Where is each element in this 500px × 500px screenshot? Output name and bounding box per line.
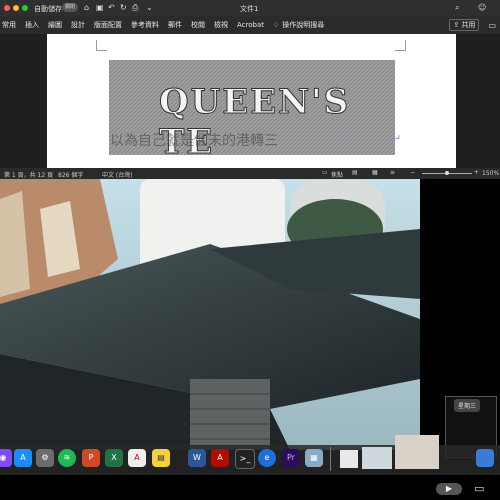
redo-icon[interactable]: ↻ [120, 3, 127, 12]
share-button[interactable]: ⇪ 共用 [449, 19, 480, 31]
comments-icon[interactable]: ▭ [488, 21, 496, 30]
focus-label[interactable]: 焦點 [331, 170, 343, 179]
powerpoint-icon[interactable]: P [82, 449, 100, 467]
autosave-toggle[interactable]: 關閉 [62, 3, 79, 12]
share-label: 共用 [461, 21, 476, 29]
document-thumbnail[interactable] [340, 450, 358, 468]
tab-insert[interactable]: 插入 [25, 20, 39, 30]
zoom-in-icon[interactable]: + [474, 169, 479, 176]
outline-icon[interactable]: ≡ [390, 169, 395, 176]
web-layout-icon[interactable]: ▦ [372, 169, 378, 176]
customize-toolbar-icon[interactable]: ⌄ [146, 3, 153, 12]
margin-mark-right [395, 40, 406, 51]
tab-home[interactable]: 常用 [2, 20, 16, 30]
language-status[interactable]: 中文 (台灣) [102, 170, 133, 179]
system-preferences-icon[interactable]: ⚙ [36, 449, 54, 467]
zoom-window-button[interactable] [22, 5, 28, 11]
print-layout-icon[interactable]: ▤ [352, 169, 358, 176]
ribbon-tabs: 常用 插入 繪圖 設計 版面配置 參考資料 郵件 校閱 檢視 Acrobat ♢… [0, 16, 500, 34]
stickies-icon[interactable]: ▤ [152, 449, 170, 467]
spotify-icon[interactable]: ≋ [58, 449, 76, 467]
tab-review[interactable]: 校閱 [191, 20, 205, 30]
premiere-icon[interactable]: Pr [282, 449, 300, 467]
paragraph-mark: ↵ [339, 132, 349, 145]
tab-references[interactable]: 參考資料 [131, 20, 159, 30]
autosave-label: 自動儲存 [34, 5, 62, 13]
tell-me-search[interactable]: 操作說明搜尋 [282, 20, 324, 30]
document-area: QUEEN'S TE 以為自己就是個未的港轉三 ↵ ↵ [0, 34, 500, 168]
tab-design[interactable]: 設計 [71, 20, 85, 30]
zoom-level[interactable]: 150% [482, 170, 499, 177]
lightbulb-icon: ♢ [273, 21, 280, 29]
account-icon[interactable]: ☺ [478, 3, 486, 12]
siri-icon[interactable]: ◉ [0, 449, 12, 467]
edge-icon[interactable]: e [258, 449, 276, 467]
page-count[interactable]: 第 1 頁，共 12 頁 [4, 170, 53, 179]
acrobat-reader-icon[interactable]: A [128, 449, 146, 467]
dock: ◉ A ⚙ ≋ P X A ▤ W A >_ e Pr ▦ [0, 435, 500, 475]
play-icon[interactable]: ▶ [436, 483, 462, 495]
undo-icon[interactable]: ↶ [108, 3, 115, 12]
search-icon[interactable]: ⌕ [455, 3, 459, 13]
day-tooltip: 星期三 [454, 399, 481, 412]
zoom-slider-thumb[interactable] [445, 171, 449, 175]
terminal-icon[interactable]: >_ [235, 449, 255, 469]
window-title: 文件1 [240, 5, 259, 13]
preview-icon[interactable]: ▦ [305, 449, 323, 467]
window-thumbnail-1[interactable] [362, 447, 392, 469]
excel-icon[interactable]: X [105, 449, 123, 467]
desktop-photo [0, 179, 420, 450]
word-icon[interactable]: W [188, 449, 206, 467]
tab-acrobat[interactable]: Acrobat [237, 21, 264, 29]
margin-mark-left [96, 40, 107, 51]
save-icon[interactable]: ▣ [96, 3, 104, 12]
word-statusbar: 第 1 頁，共 12 頁 826 個字 中文 (台灣) ▭ 焦點 ▤ ▦ ≡ −… [0, 168, 500, 179]
bottom-bar: ▶ ▭ [0, 475, 500, 500]
word-titlebar: 自動儲存 關閉 ⌂ ▣ ↶ ↻ ⎙ ⌄ 文件1 ⌕ ☺ [0, 0, 500, 16]
finder-icon[interactable] [476, 449, 494, 467]
dock-divider [330, 447, 331, 471]
tab-mailings[interactable]: 郵件 [168, 20, 182, 30]
app-store-icon[interactable]: A [14, 449, 32, 467]
tab-layout[interactable]: 版面配置 [94, 20, 122, 30]
word-count[interactable]: 826 個字 [58, 170, 83, 179]
document-line-text: 以為自己就是個未的港轉三 [110, 133, 278, 149]
home-icon[interactable]: ⌂ [84, 3, 89, 12]
document-page[interactable]: QUEEN'S TE 以為自己就是個未的港轉三 ↵ ↵ [47, 34, 456, 168]
photo-illustration [0, 179, 420, 450]
share-icon: ⇪ [453, 21, 460, 29]
paragraph-mark-2: ↵ [392, 132, 402, 145]
zoom-out-icon[interactable]: − [410, 169, 415, 176]
window-thumbnail-2[interactable] [395, 435, 439, 469]
tab-draw[interactable]: 繪圖 [48, 20, 62, 30]
minimize-window-button[interactable] [13, 5, 19, 11]
close-window-button[interactable] [4, 5, 10, 11]
tab-view[interactable]: 檢視 [214, 20, 228, 30]
print-icon[interactable]: ⎙ [132, 3, 138, 13]
acrobat-icon[interactable]: A [211, 449, 229, 467]
captions-icon[interactable]: ▭ [474, 482, 484, 495]
focus-icon[interactable]: ▭ [322, 169, 328, 176]
